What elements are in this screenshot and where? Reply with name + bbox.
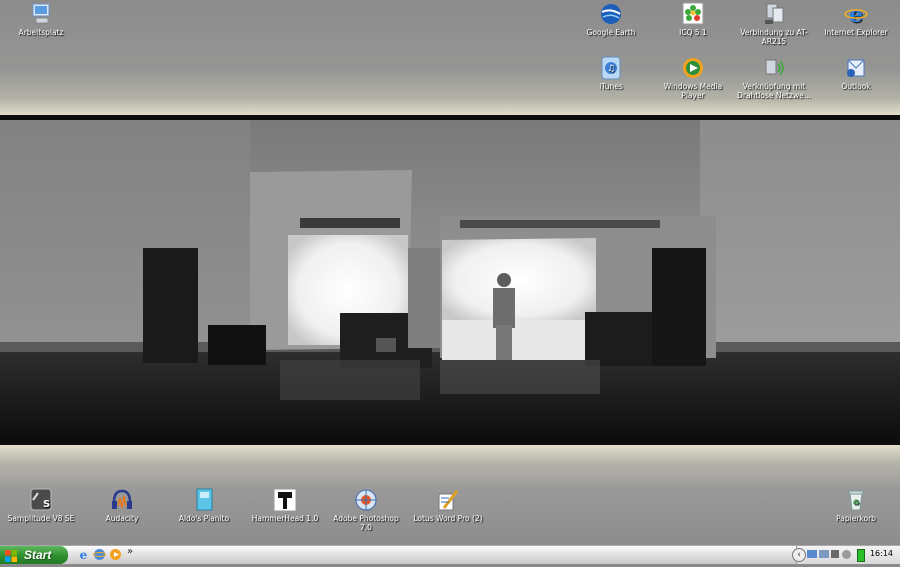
tray-display-icon[interactable] xyxy=(819,550,829,558)
wallpaper-room-scene xyxy=(0,120,900,442)
desktop-icon-outlook[interactable]: Outlook xyxy=(819,56,893,91)
tray-battery-icon[interactable] xyxy=(857,549,865,562)
desktop-icon-icq[interactable]: ICQ 5.1 xyxy=(656,2,730,37)
desktop-icon-internet-explorer[interactable]: e Internet Explorer xyxy=(819,2,893,37)
desktop-icon-itunes[interactable]: ♫ iTunes xyxy=(574,56,648,91)
start-button[interactable]: Start xyxy=(0,546,68,564)
svg-text:S: S xyxy=(43,499,50,510)
desktop-icon-drahtlose-netzwerk[interactable]: Verknüpfung mit Drahtlose Netzwe... xyxy=(737,56,811,100)
tray-network-icon[interactable] xyxy=(807,550,817,558)
desktop-icon-hammerhead[interactable]: HammerHead 1.0 xyxy=(248,488,322,523)
taskbar-clock[interactable]: 16:14 xyxy=(870,549,893,558)
pianito-icon xyxy=(191,488,217,512)
desktop-icon-audacity[interactable]: Audacity xyxy=(85,488,159,523)
hammerhead-icon xyxy=(272,488,298,512)
wallpaper-photo xyxy=(0,120,900,442)
quicklaunch-media-player-icon[interactable] xyxy=(109,548,122,561)
windows-flag-icon xyxy=(5,549,17,562)
icq-flower-icon xyxy=(680,2,706,26)
outlook-icon xyxy=(843,56,869,80)
system-tray: ‹ 16:14 xyxy=(792,546,900,564)
desktop-icon-lotus-word-pro[interactable]: Lotus Word Pro (2) xyxy=(411,488,485,523)
desktop-icon-google-earth[interactable]: Google Earth xyxy=(574,2,648,37)
audacity-icon xyxy=(109,488,135,512)
quicklaunch-more-button[interactable]: » xyxy=(127,546,140,559)
internet-explorer-icon: e xyxy=(843,2,869,28)
tray-security-icon[interactable] xyxy=(842,550,851,559)
tray-expand-chevron-icon[interactable]: ‹ xyxy=(792,548,806,562)
taskbar: Start e » ‹ 16:14 xyxy=(0,545,900,564)
svg-text:♫: ♫ xyxy=(607,64,615,74)
itunes-icon: ♫ xyxy=(598,56,624,80)
svg-text:e: e xyxy=(80,548,88,561)
svg-text:♻: ♻ xyxy=(852,498,859,507)
desktop-icon-samplitude[interactable]: S Samplitude V8 SE xyxy=(4,488,78,523)
photoshop-icon xyxy=(353,488,379,512)
desktop-icon-aldos-pianito[interactable]: Aldo's Pianito xyxy=(167,488,241,523)
windows-media-player-icon xyxy=(680,56,706,80)
svg-text:e: e xyxy=(849,2,863,26)
quicklaunch-internet-explorer-icon[interactable]: e xyxy=(77,548,90,562)
wireless-connection-icon xyxy=(761,56,787,80)
network-connection-icon xyxy=(761,2,787,26)
desktop-icon-photoshop[interactable]: Adobe Photoshop 7.0 xyxy=(329,488,403,532)
desktop-icon-windows-media-player[interactable]: Windows Media Player xyxy=(656,56,730,100)
lotus-word-pro-icon xyxy=(435,488,461,512)
desktop-icon-verbindung[interactable]: Verbindung zu AT-AR215 xyxy=(737,2,811,46)
recycle-bin-icon: ♻ xyxy=(843,488,869,512)
tray-volume-icon[interactable] xyxy=(831,550,839,558)
google-earth-icon xyxy=(598,2,624,26)
computer-icon xyxy=(28,2,54,26)
samplitude-icon: S xyxy=(28,488,54,512)
desktop-icon-papierkorb[interactable]: ♻ Papierkorb xyxy=(819,488,893,523)
desktop-icon-arbeitsplatz[interactable]: Arbeitsplatz xyxy=(4,2,78,37)
quicklaunch-browser-icon[interactable] xyxy=(93,548,106,561)
